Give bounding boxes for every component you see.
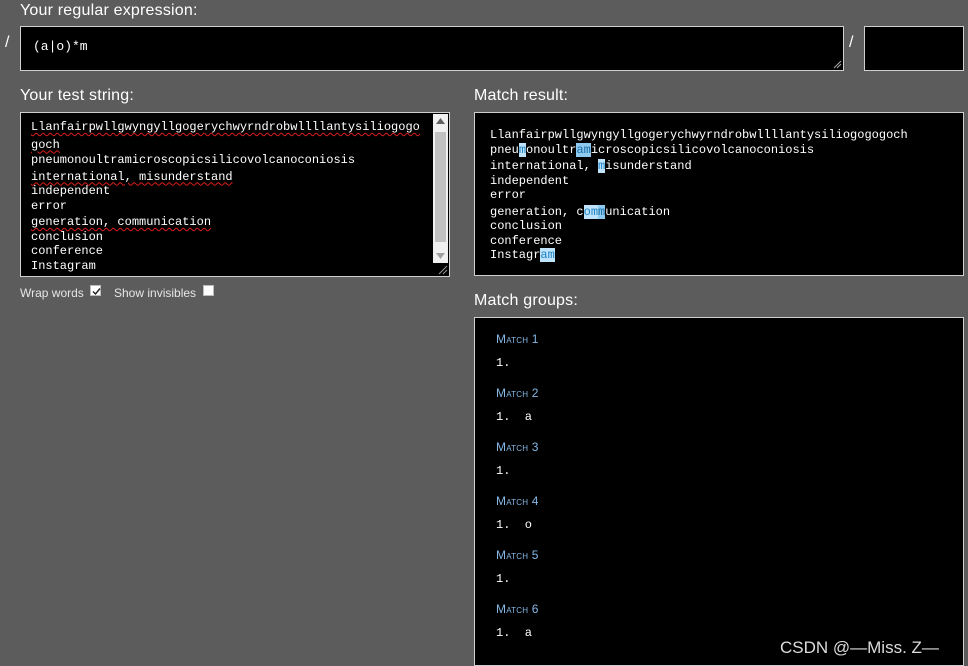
match-groups-label: Match groups: — [474, 292, 578, 309]
match-highlight: om — [583, 204, 599, 219]
match-title: Match 4 — [496, 494, 539, 508]
result-text: Llanfairpwllgwyngyllgogerychwyrndrobwlll… — [490, 128, 908, 142]
test-line: pneumonoultramicroscopicsilicovolcanocon… — [31, 153, 356, 167]
match-title: Match 3 — [496, 440, 539, 454]
match-highlight: am — [576, 142, 591, 157]
regex-input[interactable]: (a|o)*m — [20, 26, 844, 71]
result-line: Llanfairpwllgwyngyllgogerychwyrndrobwlll… — [490, 128, 908, 143]
result-line: conclusion — [490, 219, 908, 234]
match-title: Match 1 — [496, 332, 539, 346]
match-highlight: am — [540, 248, 555, 262]
regex-close-delimiter: / — [849, 34, 854, 51]
checkmark-icon — [92, 288, 101, 296]
result-text: isunderstand — [605, 159, 692, 173]
result-text: icroscopicsilicovolcanoconiosis — [590, 142, 815, 157]
match-highlight: m — [518, 142, 527, 157]
result-text: unication — [605, 204, 671, 219]
result-text: conclusion — [490, 219, 563, 233]
resize-grip-icon[interactable] — [436, 263, 448, 275]
result-text: independent — [490, 173, 570, 188]
result-text: pneu — [490, 142, 519, 157]
result-text: Instagr — [490, 248, 541, 262]
test-line: goch — [31, 137, 60, 152]
test-string-label: Your test string: — [20, 87, 134, 104]
result-line: error — [490, 188, 908, 203]
result-line: conference — [490, 234, 908, 249]
test-string-content: Llanfairpwllgwyngyllgogerychwyrndrobwlll… — [31, 120, 420, 273]
match-group: Match 1 1. — [496, 332, 946, 386]
match-group: Match 4 1. o — [496, 494, 946, 548]
result-line: international, misunderstand — [490, 159, 908, 174]
test-string-textarea[interactable]: Llanfairpwllgwyngyllgogerychwyrndrobwlll… — [20, 112, 450, 277]
scroll-down-icon[interactable] — [436, 253, 445, 259]
result-text: error — [490, 188, 527, 202]
result-text: conference — [490, 233, 563, 248]
result-text: onoultr — [526, 142, 577, 157]
result-line: pneumonoultramicroscopicsilicovolcanocon… — [490, 142, 908, 158]
regex-open-delimiter: / — [5, 34, 10, 51]
match-group: Match 5 1. — [496, 548, 946, 602]
match-title: Match 6 — [496, 602, 539, 616]
test-line: international, misunderstand — [31, 169, 233, 184]
test-line: independent — [31, 184, 111, 198]
test-line: error — [31, 198, 68, 213]
result-line: independent — [490, 174, 908, 189]
group-item: 1. o — [496, 518, 533, 532]
show-invisibles-label: Show invisibles — [114, 286, 197, 300]
test-line: generation, communication — [31, 215, 212, 229]
result-text: international, — [490, 159, 599, 173]
match-group: Match 2 1. a — [496, 386, 946, 440]
match-groups-list: Match 1 1. Match 2 1. a Match 3 1. Match 4 1.… — [496, 332, 946, 656]
match-group: Match 3 1. — [496, 440, 946, 494]
regex-flags-input[interactable] — [864, 26, 964, 71]
result-line: generation, communication — [490, 204, 908, 220]
watermark: CSDN @—Miss. Z— — [780, 638, 939, 657]
scroll-up-icon[interactable] — [436, 118, 445, 124]
group-item: 1. — [496, 572, 525, 586]
group-item: 1. — [496, 464, 525, 478]
match-result-panel: Llanfairpwllgwyngyllgogerychwyrndrobwlll… — [474, 112, 964, 276]
test-line: conclusion — [31, 229, 104, 244]
match-title: Match 5 — [496, 548, 539, 562]
test-line: conference — [31, 244, 104, 258]
regex-pattern-text: (a|o)*m — [33, 39, 88, 54]
wrap-words-checkbox[interactable] — [90, 285, 101, 296]
match-result-label: Match result: — [474, 87, 569, 104]
match-groups-panel: Match 1 1. Match 2 1. a Match 3 1. Match 4 1.… — [474, 317, 964, 666]
resize-grip-icon[interactable] — [832, 59, 842, 69]
wrap-words-label: Wrap words — [20, 286, 84, 300]
result-text: generation, c — [490, 204, 584, 219]
match-result-content: Llanfairpwllgwyngyllgogerychwyrndrobwlll… — [490, 128, 908, 263]
scrollbar-thumb[interactable] — [435, 132, 446, 242]
textarea-scrollbar[interactable] — [433, 114, 448, 263]
show-invisibles-checkbox[interactable] — [203, 285, 214, 296]
test-line: Instagram — [31, 258, 96, 273]
group-item: 1. — [496, 356, 525, 370]
group-item: 1. a — [496, 410, 533, 424]
result-line: Instagram — [490, 248, 908, 263]
test-line: Llanfairpwllgwyngyllgogerychwyrndrobwlll… — [31, 120, 420, 134]
match-title: Match 2 — [496, 386, 539, 400]
regex-label: Your regular expression: — [20, 2, 198, 19]
